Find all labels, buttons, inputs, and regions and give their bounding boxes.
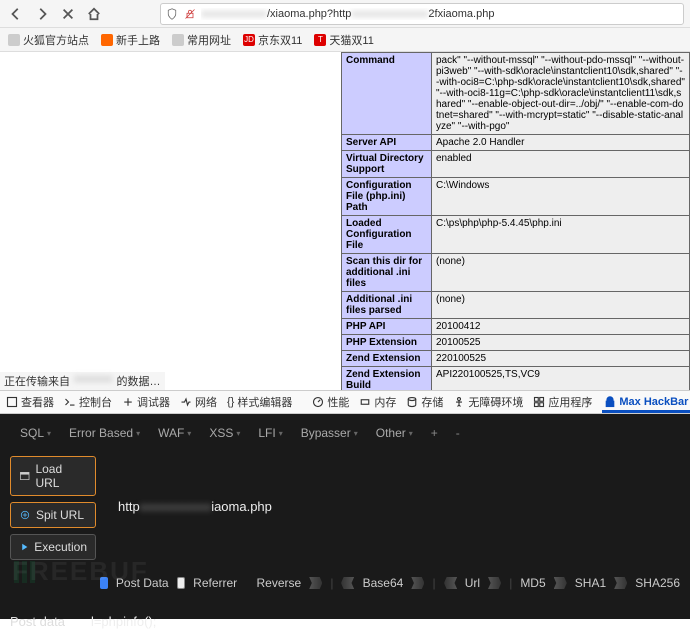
bookmark-link[interactable]: JD京东双11 [243, 32, 302, 48]
post-data-input[interactable]: l=phpinfo(); [91, 614, 156, 629]
phpinfo-table: Commandpack" "--without-mssql" "--withou… [341, 52, 690, 390]
menu-plus[interactable]: + [431, 426, 438, 440]
tab-storage[interactable]: 存储 [406, 394, 443, 410]
phpinfo-val: API220100525,TS,VC9 [432, 367, 690, 391]
label-sha1: SHA1 [575, 576, 606, 590]
hackbar-panel: SQL▾ Error Based▾ WAF▾ XSS▾ LFI▾ Bypasse… [0, 414, 690, 619]
folder-icon [172, 34, 184, 46]
phpinfo-key: Virtual Directory Support [342, 151, 432, 178]
phpinfo-table-wrap: Commandpack" "--without-mssql" "--withou… [341, 52, 690, 390]
label-sha256: SHA256 [635, 576, 680, 590]
browser-nav-bar: xxxxxxxxxxxx/xiaoma.php?httpxxxxxxxxxxxx… [0, 0, 690, 28]
tab-memory[interactable]: 内存 [359, 394, 396, 410]
phpinfo-val: Apache 2.0 Handler [432, 135, 690, 151]
left-pane: 正在传输来自xxxxxxx的数据… [0, 52, 341, 390]
tab-console[interactable]: 控制台 [64, 394, 112, 410]
tab-application[interactable]: 应用程序 [533, 394, 592, 410]
tab-max-hackbar[interactable]: Max HackBar [602, 392, 690, 413]
tab-network[interactable]: 网络 [180, 394, 217, 410]
phpinfo-key: Server API [342, 135, 432, 151]
menu-waf[interactable]: WAF▾ [158, 426, 191, 440]
post-data-row: Post data l=phpinfo(); [10, 614, 680, 629]
bookmark-folder[interactable]: 火狐官方站点 [8, 32, 89, 48]
jd-icon: JD [243, 34, 255, 46]
phpinfo-val: 20100525 [432, 335, 690, 351]
label-url-enc: Url [465, 576, 480, 590]
label-base64: Base64 [363, 576, 404, 590]
phpinfo-val: (none) [432, 292, 690, 319]
globe-icon [101, 34, 113, 46]
phpinfo-val: pack" "--without-mssql" "--without-pdo-m… [432, 53, 690, 135]
checkbox-referrer[interactable] [177, 577, 186, 589]
menu-xss[interactable]: XSS▾ [209, 426, 240, 440]
phpinfo-val: C:\ps\php\php-5.4.45\php.ini [432, 216, 690, 254]
menu-lfi[interactable]: LFI▾ [258, 426, 282, 440]
phpinfo-val: enabled [432, 151, 690, 178]
tab-inspector[interactable]: 查看器 [6, 394, 54, 410]
tab-style-editor[interactable]: {}样式编辑器 [227, 394, 292, 410]
bookmark-link[interactable]: T天猫双11 [314, 32, 373, 48]
encode-arrow-icon[interactable] [411, 577, 424, 589]
shield-icon [165, 7, 179, 21]
label-referrer: Referrer [193, 576, 237, 590]
tab-debugger[interactable]: 调试器 [122, 394, 170, 410]
phpinfo-val: 220100525 [432, 351, 690, 367]
phpinfo-key: Configuration File (php.ini) Path [342, 178, 432, 216]
phpinfo-val: 20100412 [432, 319, 690, 335]
folder-icon [8, 34, 20, 46]
phpinfo-key: Additional .ini files parsed [342, 292, 432, 319]
hackbar-action-buttons: Load URL Spit URL Execution [10, 456, 96, 560]
address-text: xxxxxxxxxxxx/xiaoma.php?httpxxxxxxxxxxxx… [201, 8, 679, 20]
status-bar-text: 正在传输来自xxxxxxx的数据… [0, 372, 165, 390]
label-md5: MD5 [520, 576, 545, 590]
hash-arrow-icon[interactable] [614, 577, 627, 589]
label-reverse: Reverse [257, 576, 302, 590]
phpinfo-val: (none) [432, 254, 690, 292]
page-content: 正在传输来自xxxxxxx的数据… Commandpack" "--withou… [0, 52, 690, 390]
decode-arrow-icon[interactable] [444, 577, 457, 589]
stop-button[interactable] [58, 4, 78, 24]
bookmark-folder[interactable]: 常用网址 [172, 32, 231, 48]
menu-minus[interactable]: - [456, 426, 460, 440]
devtools-tabbar: 查看器 控制台 调试器 网络 {}样式编辑器 性能 内存 存储 无障碍环境 应用… [0, 390, 690, 414]
load-url-button[interactable]: Load URL [10, 456, 96, 496]
tab-performance[interactable]: 性能 [312, 394, 349, 410]
phpinfo-key: Zend Extension [342, 351, 432, 367]
hash-arrow-icon[interactable] [554, 577, 567, 589]
encode-arrow-icon[interactable] [309, 577, 322, 589]
forward-button[interactable] [32, 4, 52, 24]
bookmark-link[interactable]: 新手上路 [101, 32, 160, 48]
tmall-icon: T [314, 34, 326, 46]
address-bar[interactable]: xxxxxxxxxxxx/xiaoma.php?httpxxxxxxxxxxxx… [160, 3, 684, 25]
menu-bypasser[interactable]: Bypasser▾ [301, 426, 358, 440]
phpinfo-key: Command [342, 53, 432, 135]
hackbar-url-input[interactable]: httpxxxxxxxxxxxiaoma.php [114, 452, 276, 560]
phpinfo-key: PHP Extension [342, 335, 432, 351]
phpinfo-key: PHP API [342, 319, 432, 335]
decode-arrow-icon[interactable] [341, 577, 354, 589]
back-button[interactable] [6, 4, 26, 24]
menu-sql[interactable]: SQL▾ [20, 426, 51, 440]
hackbar-menu-row: SQL▾ Error Based▾ WAF▾ XSS▾ LFI▾ Bypasse… [10, 420, 680, 446]
phpinfo-key: Loaded Configuration File [342, 216, 432, 254]
menu-other[interactable]: Other▾ [376, 426, 413, 440]
encode-arrow-icon[interactable] [488, 577, 501, 589]
phpinfo-val: C:\Windows [432, 178, 690, 216]
bookmarks-bar: 火狐官方站点 新手上路 常用网址 JD京东双11 T天猫双11 [0, 28, 690, 52]
home-button[interactable] [84, 4, 104, 24]
spit-url-button[interactable]: Spit URL [10, 502, 96, 528]
post-data-label: Post data [10, 614, 65, 629]
lock-strike-icon [183, 7, 197, 21]
phpinfo-key: Scan this dir for additional .ini files [342, 254, 432, 292]
tab-accessibility[interactable]: 无障碍环境 [453, 394, 523, 410]
watermark-text: FREEBUF [12, 556, 149, 587]
phpinfo-key: Zend Extension Build [342, 367, 432, 391]
menu-error-based[interactable]: Error Based▾ [69, 426, 140, 440]
